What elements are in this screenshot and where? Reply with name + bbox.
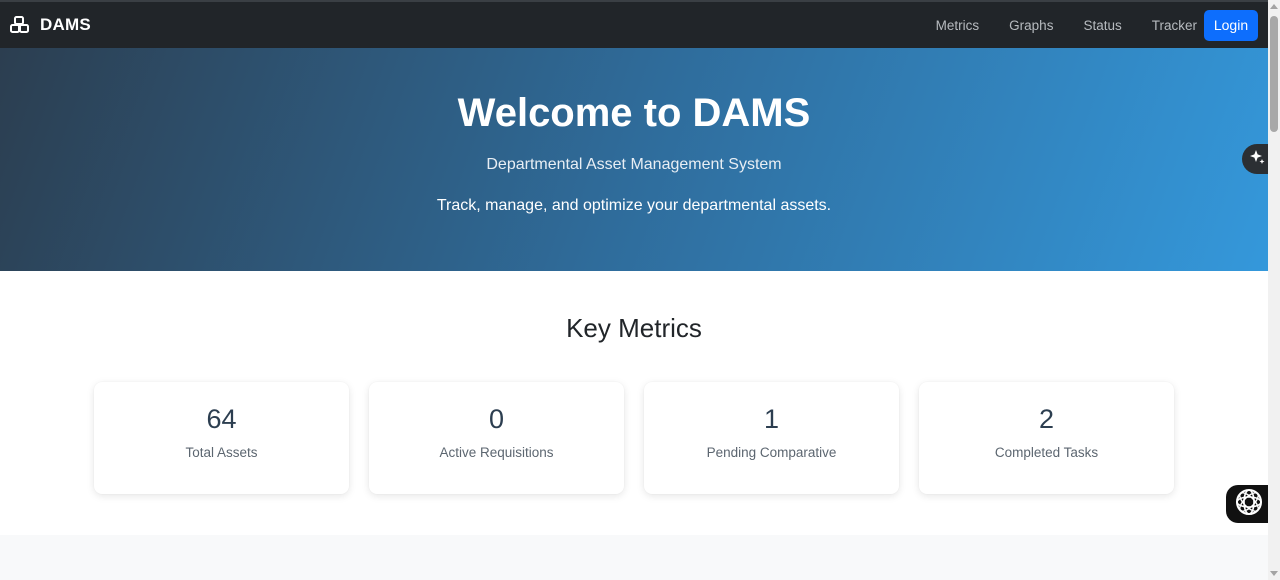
chat-assistant-icon [1234,487,1264,522]
top-navbar: DAMS Metrics Graphs Status Tracker Login [0,0,1268,48]
metric-value: 64 [206,404,237,434]
nav-link-metrics[interactable]: Metrics [936,18,980,33]
next-section-strip [0,535,1268,580]
hero-title: Welcome to DAMS [457,91,811,135]
nav-link-status[interactable]: Status [1083,18,1121,33]
nav-link-graphs[interactable]: Graphs [1009,18,1053,33]
hero-tagline: Track, manage, and optimize your departm… [436,197,832,214]
metric-card-completed-tasks: 2 Completed Tasks [919,382,1174,494]
metrics-section: Key Metrics 64 Total Assets 0 Active Req… [0,271,1268,535]
page-scrollbar[interactable] [1268,0,1280,580]
hero-section: Welcome to DAMS Departmental Asset Manag… [0,48,1268,271]
metric-label: Pending Comparative [706,445,837,460]
metric-label: Total Assets [185,445,258,460]
metric-value: 2 [1038,404,1055,434]
brand[interactable]: DAMS [10,15,91,35]
sparkle-icon [1249,149,1265,170]
brand-name: DAMS [40,15,91,34]
scroll-up-arrow-icon[interactable] [1270,4,1278,9]
nav-links: Metrics Graphs Status Tracker Login [936,2,1258,48]
metrics-title: Key Metrics [566,313,702,343]
metric-value: 0 [488,404,505,434]
hero-subtitle: Departmental Asset Management System [486,156,782,173]
nav-link-tracker[interactable]: Tracker [1152,18,1197,33]
login-button[interactable]: Login [1204,9,1258,41]
metric-card-total-assets: 64 Total Assets [94,382,349,494]
metric-card-active-requisitions: 0 Active Requisitions [369,382,624,494]
scroll-thumb[interactable] [1270,16,1278,132]
metric-value: 1 [763,404,780,434]
metric-label: Completed Tasks [994,445,1099,460]
metric-label: Active Requisitions [439,445,554,460]
chat-assistant-button[interactable] [1226,485,1272,523]
scroll-down-arrow-icon[interactable] [1270,571,1278,576]
cubes-icon [10,15,30,35]
metric-card-pending-comparative: 1 Pending Comparative [644,382,899,494]
